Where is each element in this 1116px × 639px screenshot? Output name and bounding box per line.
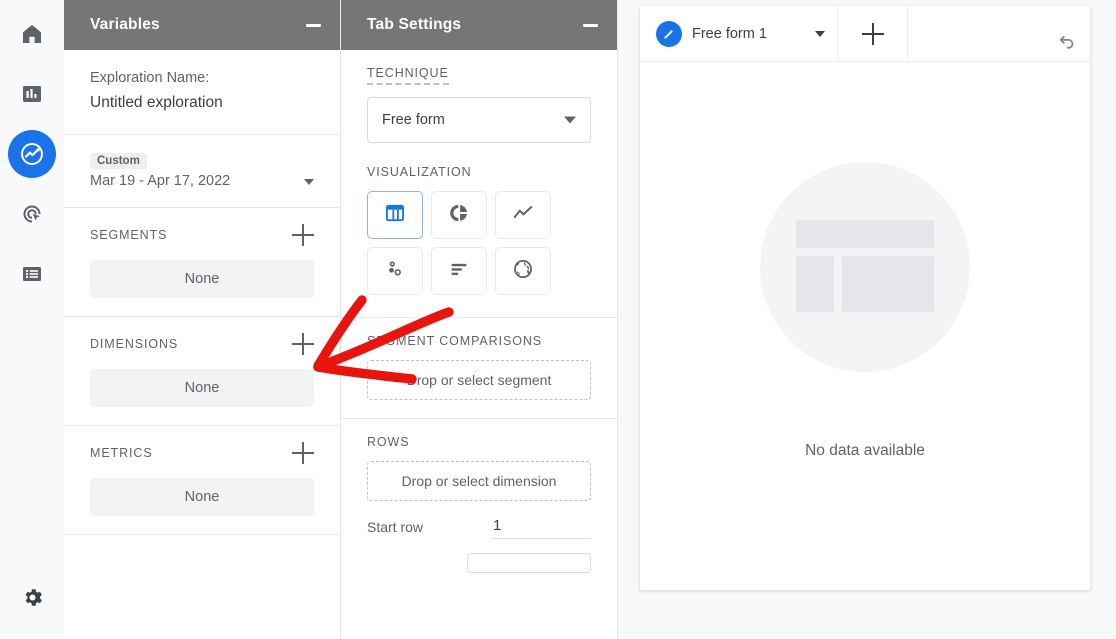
- visualization-options: [367, 191, 591, 295]
- tab-settings-panel: Tab Settings TECHNIQUE Free form VISUALI…: [341, 0, 618, 639]
- edit-pencil-icon: [656, 21, 682, 47]
- metrics-value[interactable]: None: [90, 478, 314, 516]
- sidebar-item-advertising[interactable]: [8, 190, 56, 238]
- segments-add-button[interactable]: [292, 224, 314, 246]
- segments-section: SEGMENTS None: [64, 208, 340, 317]
- plus-icon: [862, 23, 884, 45]
- metrics-label: METRICS: [90, 446, 153, 460]
- rows-section: ROWS Drop or select dimension Start row …: [341, 419, 617, 591]
- sidebar-item-library[interactable]: [8, 250, 56, 298]
- variables-minimize-button[interactable]: [302, 14, 324, 36]
- explore-icon: [19, 141, 45, 167]
- sidebar-item-settings[interactable]: [8, 573, 56, 621]
- visualization-label: VISUALIZATION: [367, 165, 472, 179]
- line-chart-icon: [512, 202, 534, 229]
- empty-state: No data available: [640, 62, 1090, 590]
- variables-panel: Variables Exploration Name: Untitled exp…: [64, 0, 341, 639]
- list-icon: [20, 262, 44, 286]
- tab-bar: Free form 1: [640, 6, 1090, 62]
- chevron-down-icon: [564, 117, 576, 124]
- tab-label: Free form 1: [692, 26, 799, 42]
- viz-option-donut-chart[interactable]: [431, 191, 487, 239]
- technique-section: TECHNIQUE Free form VISUALIZATION: [341, 50, 617, 318]
- chevron-down-icon[interactable]: [815, 31, 825, 37]
- undo-button[interactable]: [1052, 28, 1082, 58]
- sidebar-item-home[interactable]: [8, 10, 56, 58]
- dimensions-add-button[interactable]: [292, 333, 314, 355]
- add-tab-button[interactable]: [838, 6, 908, 61]
- tab-settings-minimize-button[interactable]: [579, 14, 601, 36]
- exploration-name-section: Exploration Name: Untitled exploration: [64, 50, 340, 135]
- dimensions-value[interactable]: None: [90, 369, 314, 407]
- dimensions-section: DIMENSIONS None: [64, 317, 340, 426]
- target-icon: [20, 202, 44, 226]
- date-range-selector[interactable]: Custom Mar 19 - Apr 17, 2022: [90, 151, 314, 189]
- date-range-value: Mar 19 - Apr 17, 2022: [90, 173, 290, 189]
- segments-value[interactable]: None: [90, 260, 314, 298]
- canvas-area: Free form 1: [618, 0, 1116, 639]
- exploration-name-label: Exploration Name:: [90, 66, 314, 90]
- show-rows-select[interactable]: [467, 553, 591, 573]
- start-row-input[interactable]: 1: [491, 517, 591, 539]
- viz-option-free-form-table[interactable]: [367, 191, 423, 239]
- tab-settings-panel-header: Tab Settings: [341, 0, 617, 50]
- home-icon: [20, 22, 44, 46]
- date-range-section: Custom Mar 19 - Apr 17, 2022: [64, 135, 340, 208]
- segment-comparisons-label: SEGMENT COMPARISONS: [367, 334, 542, 348]
- chevron-down-icon[interactable]: [304, 179, 314, 185]
- illustration-header-bar: [796, 220, 934, 248]
- table-icon: [384, 202, 406, 229]
- dimensions-label: DIMENSIONS: [90, 337, 178, 351]
- scatter-plot-icon: [384, 258, 406, 285]
- bar-chart-icon: [448, 258, 470, 285]
- exploration-canvas-card: Free form 1: [640, 6, 1090, 590]
- viz-option-geo-map[interactable]: [495, 247, 551, 295]
- technique-select[interactable]: Free form: [367, 97, 591, 143]
- rows-dropzone[interactable]: Drop or select dimension: [367, 461, 591, 501]
- left-nav-rail: [0, 0, 64, 639]
- illustration-right-block: [842, 256, 934, 312]
- globe-icon: [512, 258, 534, 285]
- viz-option-scatter-plot[interactable]: [367, 247, 423, 295]
- metrics-section: METRICS None: [64, 426, 340, 535]
- minimize-icon: [306, 24, 321, 27]
- rows-label: ROWS: [367, 435, 410, 449]
- viz-option-line-chart[interactable]: [495, 191, 551, 239]
- technique-label: TECHNIQUE: [367, 66, 449, 85]
- segment-comparisons-dropzone[interactable]: Drop or select segment: [367, 360, 591, 400]
- viz-option-bar-chart[interactable]: [431, 247, 487, 295]
- table-placeholder-illustration: [760, 162, 970, 372]
- date-range-badge: Custom: [90, 153, 147, 169]
- analytics-exploration-app: Variables Exploration Name: Untitled exp…: [0, 0, 1116, 639]
- start-row-label: Start row: [367, 519, 423, 539]
- segments-label: SEGMENTS: [90, 228, 167, 242]
- gear-icon: [20, 585, 45, 610]
- empty-state-text: No data available: [805, 442, 925, 460]
- sidebar-item-explore[interactable]: [8, 130, 56, 178]
- sidebar-item-reports[interactable]: [8, 70, 56, 118]
- minimize-icon: [583, 24, 598, 27]
- metrics-add-button[interactable]: [292, 442, 314, 464]
- illustration-left-block: [796, 256, 834, 312]
- variables-panel-header: Variables: [64, 0, 340, 50]
- variables-panel-title: Variables: [90, 16, 160, 34]
- tab-settings-panel-title: Tab Settings: [367, 16, 461, 34]
- donut-chart-icon: [448, 202, 470, 229]
- exploration-name-value[interactable]: Untitled exploration: [90, 90, 314, 116]
- bar-chart-icon: [20, 82, 44, 106]
- tab-free-form-1[interactable]: Free form 1: [640, 6, 838, 61]
- undo-icon: [1056, 30, 1078, 57]
- technique-selected-value: Free form: [382, 112, 445, 128]
- segment-comparisons-section: SEGMENT COMPARISONS Drop or select segme…: [341, 318, 617, 419]
